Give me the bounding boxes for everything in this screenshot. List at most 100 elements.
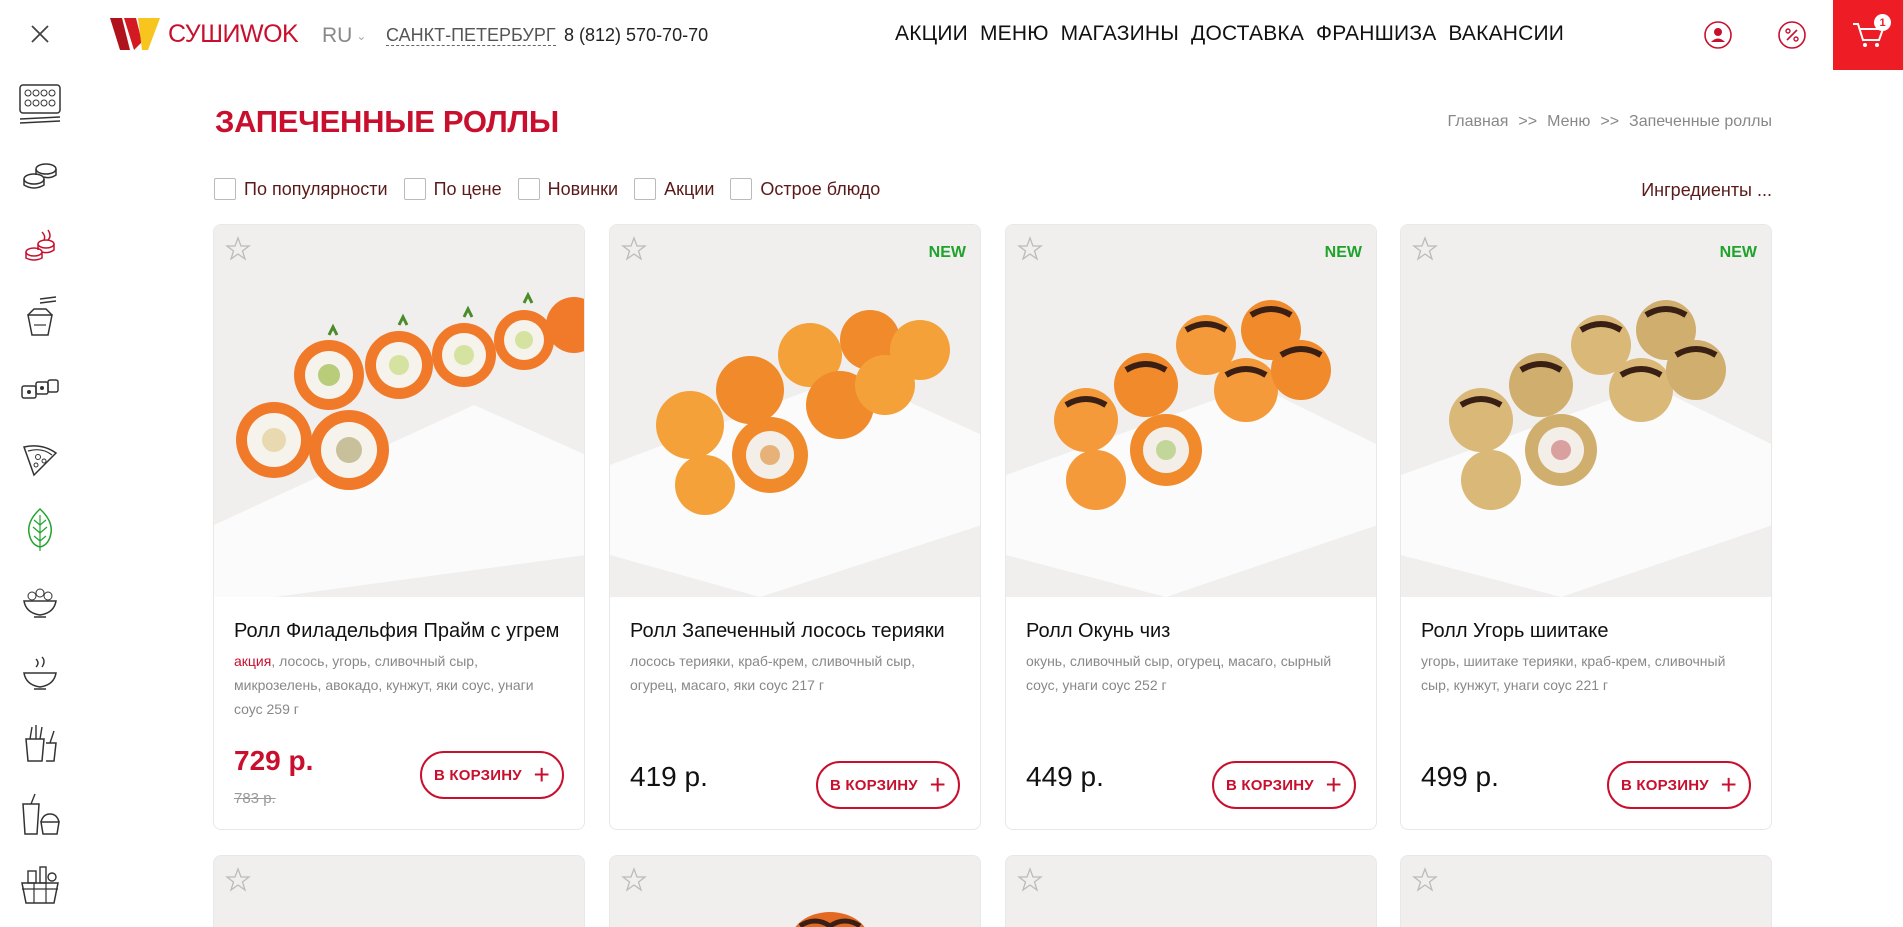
product-ingredients: , лосось, угорь, сливочный сыр, микрозел… bbox=[234, 653, 534, 717]
breadcrumb-menu[interactable]: Меню bbox=[1547, 113, 1590, 131]
breadcrumb: Главная >> Меню >> Запеченные роллы bbox=[1448, 113, 1773, 131]
checkbox[interactable] bbox=[517, 178, 540, 200]
desserts-drinks-icon[interactable] bbox=[16, 790, 64, 838]
breadcrumb-separator: >> bbox=[1600, 113, 1620, 130]
sushi-icon[interactable] bbox=[16, 151, 64, 199]
nav-item-promos[interactable]: АКЦИИ bbox=[895, 22, 968, 46]
product-card[interactable]: NEW Ролл Угорь шиитаке угорь, шиитаке те… bbox=[1400, 224, 1772, 830]
product-card[interactable] bbox=[213, 855, 585, 927]
favorite-star-icon[interactable] bbox=[1016, 235, 1044, 263]
cart-button[interactable]: 1 bbox=[1833, 0, 1903, 70]
checkbox[interactable] bbox=[730, 178, 753, 200]
filter-price[interactable]: По цене bbox=[403, 178, 502, 200]
new-badge: NEW bbox=[928, 244, 966, 261]
product-name[interactable]: Ролл Окунь чиз bbox=[1026, 620, 1170, 643]
discount-percent-icon[interactable] bbox=[1777, 20, 1807, 50]
plus-icon: + bbox=[533, 759, 550, 790]
soup-icon[interactable] bbox=[16, 648, 64, 696]
city-select[interactable]: САНКТ-ПЕТЕРБУРГ bbox=[386, 25, 556, 46]
product-card[interactable]: NEW Ролл Запеченный лосось терияки лосос… bbox=[609, 224, 981, 830]
plus-icon: + bbox=[929, 769, 946, 800]
nav-item-delivery[interactable]: ДОСТАВКА bbox=[1191, 22, 1304, 46]
filter-label: Акции bbox=[664, 178, 715, 199]
product-image[interactable] bbox=[214, 225, 584, 597]
product-description: акция, лосось, угорь, сливочный сыр, мик… bbox=[234, 649, 564, 721]
user-icon[interactable] bbox=[1703, 20, 1733, 50]
filter-promos[interactable]: Акции bbox=[634, 178, 714, 200]
favorite-star-icon[interactable] bbox=[1411, 866, 1439, 894]
favorite-star-icon[interactable] bbox=[224, 866, 252, 894]
add-to-cart-label: В КОРЗИНУ bbox=[1621, 776, 1709, 794]
breadcrumb-current: Запеченные роллы bbox=[1629, 113, 1772, 130]
checkbox[interactable] bbox=[634, 178, 657, 200]
close-icon[interactable] bbox=[28, 22, 52, 46]
product-old-price: 783 р. bbox=[234, 790, 276, 807]
product-price: 729 р. bbox=[234, 745, 314, 776]
sets-icon[interactable] bbox=[16, 80, 64, 128]
grocery-basket-icon[interactable] bbox=[16, 861, 64, 909]
baked-rolls-icon[interactable] bbox=[16, 222, 64, 270]
add-to-cart-button[interactable]: В КОРЗИНУ + bbox=[1607, 761, 1751, 809]
product-card[interactable] bbox=[1005, 855, 1377, 927]
product-description: окунь, сливочный сыр, огурец, масаго, сы… bbox=[1026, 653, 1332, 693]
favorite-star-icon[interactable] bbox=[1411, 235, 1439, 263]
favorite-star-icon[interactable] bbox=[1016, 866, 1044, 894]
main-nav: АКЦИИ МЕНЮ МАГАЗИНЫ ДОСТАВКА ФРАНШИЗА ВА… bbox=[895, 22, 1564, 46]
add-to-cart-button[interactable]: В КОРЗИНУ + bbox=[816, 761, 960, 809]
favorite-star-icon[interactable] bbox=[224, 235, 252, 263]
filter-new[interactable]: Новинки bbox=[517, 178, 618, 200]
ingredients-dropdown[interactable]: Ингредиенты ... bbox=[1641, 180, 1772, 201]
product-name[interactable]: Ролл Запеченный лосось терияки bbox=[630, 620, 945, 643]
product-card[interactable]: NEW Ролл Окунь чиз окунь, сливочный сыр,… bbox=[1005, 224, 1377, 830]
cart-icon bbox=[1853, 23, 1885, 47]
add-to-cart-label: В КОРЗИНУ bbox=[1226, 776, 1314, 794]
product-price: 499 р. bbox=[1421, 761, 1499, 792]
breadcrumb-separator: >> bbox=[1518, 113, 1538, 130]
nav-item-vacancies[interactable]: ВАКАНСИИ bbox=[1448, 22, 1564, 46]
product-image[interactable]: NEW bbox=[1401, 225, 1771, 597]
product-price: 449 р. bbox=[1026, 761, 1104, 792]
nav-item-menu[interactable]: МЕНЮ bbox=[980, 22, 1049, 46]
product-image[interactable]: NEW bbox=[1006, 225, 1376, 597]
nav-item-franchise[interactable]: ФРАНШИЗА bbox=[1316, 22, 1436, 46]
product-card[interactable] bbox=[609, 855, 981, 927]
nav-item-stores[interactable]: МАГАЗИНЫ bbox=[1061, 22, 1179, 46]
add-to-cart-button[interactable]: В КОРЗИНУ + bbox=[420, 751, 564, 799]
breadcrumb-home[interactable]: Главная bbox=[1448, 113, 1509, 131]
product-description: лосось терияки, краб-крем, сливочный сыр… bbox=[630, 653, 915, 693]
filter-popularity[interactable]: По популярности bbox=[214, 178, 388, 200]
checkbox[interactable] bbox=[403, 178, 426, 200]
filter-label: По популярности bbox=[244, 178, 388, 199]
product-description: угорь, шиитаке терияки, краб-крем, сливо… bbox=[1421, 653, 1726, 693]
header: СУШИWOK RU ⌄ САНКТ-ПЕТЕРБУРГ 8 (812) 570… bbox=[0, 0, 1903, 70]
product-card[interactable]: Ролл Филадельфия Прайм с угрем акция, ло… bbox=[213, 224, 585, 830]
filter-spicy[interactable]: Острое блюдо bbox=[730, 178, 880, 200]
rolls-icon[interactable] bbox=[16, 364, 64, 412]
checkbox[interactable] bbox=[214, 178, 236, 200]
phone-number[interactable]: 8 (812) 570-70-70 bbox=[564, 25, 708, 46]
vegan-leaf-icon[interactable] bbox=[16, 506, 64, 554]
salad-icon[interactable] bbox=[16, 577, 64, 625]
add-to-cart-button[interactable]: В КОРЗИНУ + bbox=[1212, 761, 1356, 809]
pizza-icon[interactable] bbox=[16, 435, 64, 483]
product-name[interactable]: Ролл Филадельфия Прайм с угрем bbox=[234, 620, 559, 643]
filter-label: По цене bbox=[433, 178, 502, 199]
new-badge: NEW bbox=[1719, 244, 1757, 261]
favorite-star-icon[interactable] bbox=[620, 235, 648, 263]
product-card[interactable] bbox=[1400, 855, 1772, 927]
chevron-down-icon: ⌄ bbox=[356, 29, 367, 43]
logo-icon bbox=[110, 18, 160, 50]
filter-bar: По популярности По цене Новинки Акции Ос… bbox=[214, 178, 880, 200]
product-name[interactable]: Ролл Угорь шиитаке bbox=[1421, 620, 1608, 643]
promo-tag[interactable]: акция bbox=[234, 653, 271, 669]
logo[interactable]: СУШИWOK bbox=[108, 14, 299, 54]
plus-icon: + bbox=[1720, 769, 1737, 800]
wok-icon[interactable] bbox=[16, 293, 64, 341]
product-price: 419 р. bbox=[630, 761, 708, 792]
language-select[interactable]: RU ⌄ bbox=[322, 24, 366, 48]
page-title: ЗАПЕЧЕННЫЕ РОЛЛЫ bbox=[215, 104, 559, 139]
product-image[interactable]: NEW bbox=[610, 225, 980, 597]
snacks-box-icon[interactable] bbox=[16, 719, 64, 767]
new-badge: NEW bbox=[1324, 244, 1362, 261]
add-to-cart-label: В КОРЗИНУ bbox=[434, 766, 522, 784]
